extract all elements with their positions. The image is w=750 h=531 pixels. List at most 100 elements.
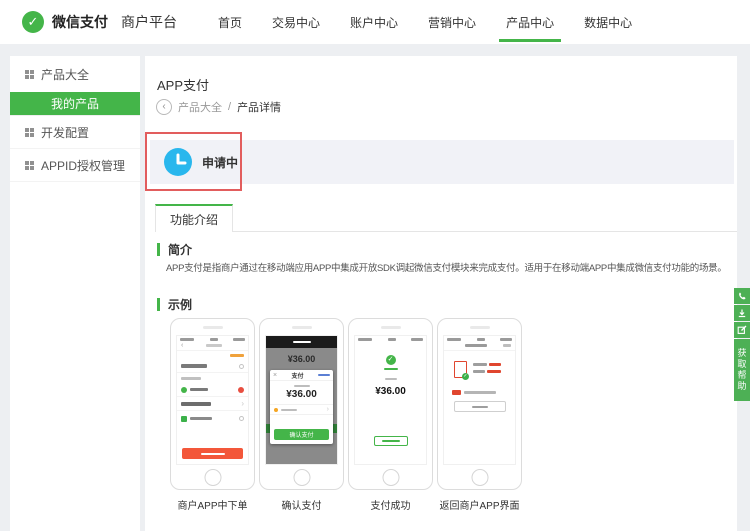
chevron-right-icon: › xyxy=(327,406,329,413)
feedback-button[interactable] xyxy=(734,322,750,338)
nav-item-marketing[interactable]: 营销中心 xyxy=(413,0,491,44)
status-bar-placeholder xyxy=(177,336,248,341)
text-placeholder xyxy=(388,338,396,341)
section-heading-intro: 简介 xyxy=(157,241,192,258)
pay-method-row: › xyxy=(270,404,333,415)
nav-item-home[interactable]: 首页 xyxy=(203,0,257,44)
text-placeholder xyxy=(190,388,208,391)
top-header: ✓ 微信支付 商户平台 首页 交易中心 账户中心 营销中心 产品中心 数据中心 xyxy=(0,0,750,44)
nav-item-account[interactable]: 账户中心 xyxy=(335,0,413,44)
other-pay-row: › xyxy=(177,397,248,411)
sheet-amount: ¥36.00 xyxy=(270,389,333,400)
success-amount: ¥36.00 xyxy=(355,386,426,397)
nav-item-products-label: 产品中心 xyxy=(506,14,554,31)
sidebar: 产品大全 我的产品 开发配置 APPID授权管理 xyxy=(10,56,140,531)
text-placeholder xyxy=(473,370,485,373)
download-button[interactable] xyxy=(734,305,750,321)
sidebar-item-product-catalog[interactable]: 产品大全 xyxy=(10,56,140,92)
text-placeholder xyxy=(181,377,201,380)
text-placeholder xyxy=(180,338,194,341)
phone-speaker xyxy=(292,326,312,329)
section-heading-label: 示例 xyxy=(168,296,192,313)
text-placeholder xyxy=(447,338,461,341)
sidebar-item-appid-auth[interactable]: APPID授权管理 xyxy=(10,149,140,182)
card-icon xyxy=(274,408,278,412)
page-title: APP支付 xyxy=(157,75,209,94)
caption-success: 支付成功 xyxy=(348,497,433,512)
text-placeholder xyxy=(473,363,487,366)
intro-paragraph: APP支付是指商户通过在移动端应用APP中集成开放SDK调起微信支付模块来完成支… xyxy=(166,260,732,274)
text-placeholder xyxy=(385,378,397,380)
phone-speaker xyxy=(470,326,490,329)
text-placeholder xyxy=(281,409,297,411)
sidebar-item-my-products[interactable]: 我的产品 xyxy=(10,92,140,116)
phone-home-button xyxy=(293,469,310,486)
wechat-pay-row xyxy=(177,383,248,397)
payment-sheet-title: 支付 xyxy=(277,371,318,380)
phone-screen-return: ✓ xyxy=(443,335,516,465)
nav-item-products[interactable]: 产品中心 xyxy=(491,0,569,44)
get-help-button[interactable]: 获取帮助 xyxy=(734,339,750,401)
nav-item-transactions[interactable]: 交易中心 xyxy=(257,0,335,44)
support-phone-button[interactable] xyxy=(734,288,750,304)
title-placeholder xyxy=(465,344,487,347)
amount-placeholder xyxy=(487,370,501,373)
caption-return: 返回商户APP界面 xyxy=(437,497,522,512)
phone-speaker xyxy=(203,326,223,329)
notice-badge xyxy=(452,390,461,395)
text-placeholder xyxy=(294,385,310,387)
caption-confirm: 确认支付 xyxy=(259,497,344,512)
success-check-icon: ✓ xyxy=(386,355,396,365)
text-placeholder xyxy=(464,391,496,394)
view-order-button xyxy=(454,401,506,412)
tab-bar: 功能介绍 xyxy=(155,204,737,232)
grid-icon xyxy=(25,70,34,79)
promo-placeholder xyxy=(230,354,244,357)
back-arrow-glyph: ‹ xyxy=(181,342,183,349)
nav-item-data[interactable]: 数据中心 xyxy=(569,0,647,44)
clock-icon xyxy=(164,148,192,176)
example-captions: 商户APP中下单 确认支付 支付成功 返回商户APP界面 xyxy=(170,497,522,512)
background-amount: ¥36.00 xyxy=(266,354,337,364)
sidebar-item-dev-config[interactable]: 开发配置 xyxy=(10,116,140,149)
group-label-row xyxy=(177,373,248,383)
text-placeholder xyxy=(358,338,372,341)
text-placeholder xyxy=(477,338,485,341)
tab-feature-intro[interactable]: 功能介绍 xyxy=(155,204,233,232)
platform-title: 商户平台 xyxy=(121,12,177,32)
order-pay-button xyxy=(182,448,243,459)
success-label-placeholder xyxy=(384,368,398,370)
title-placeholder xyxy=(206,344,222,347)
section-marker xyxy=(157,243,160,256)
radio-icon xyxy=(239,416,244,421)
phone-home-button xyxy=(382,469,399,486)
phone-step-return: ✓ xyxy=(437,318,522,490)
text-placeholder xyxy=(181,402,211,406)
order-result-row: ✓ xyxy=(444,361,515,378)
merchant-platform-page: ✓ 微信支付 商户平台 首页 交易中心 账户中心 营销中心 产品中心 数据中心 … xyxy=(0,0,750,531)
support-phone-icon xyxy=(737,291,747,301)
section-heading-examples: 示例 xyxy=(157,296,192,313)
notice-row xyxy=(444,390,515,395)
status-label: 申请中 xyxy=(202,154,238,171)
button-label-placeholder xyxy=(472,406,488,408)
bank-icon xyxy=(181,416,187,422)
promo-row xyxy=(177,351,248,360)
check-badge-icon: ✓ xyxy=(462,373,469,380)
breadcrumb-parent[interactable]: 产品大全 xyxy=(178,99,222,115)
product-row xyxy=(270,385,333,387)
done-button xyxy=(374,436,408,446)
application-status-bar: 申请中 xyxy=(150,140,734,184)
back-icon[interactable]: ‹ xyxy=(156,99,172,115)
phone-speaker xyxy=(381,326,401,329)
status-bar-placeholder xyxy=(444,336,515,341)
receipt-icon: ✓ xyxy=(454,361,467,378)
active-nav-underline xyxy=(499,39,561,42)
text-placeholder xyxy=(210,338,218,341)
logo-check-glyph: ✓ xyxy=(28,14,39,30)
success-label-row xyxy=(355,368,426,370)
text-placeholder xyxy=(233,338,245,341)
app-nav-placeholder xyxy=(444,341,515,351)
link-placeholder xyxy=(318,374,330,376)
grid-icon xyxy=(25,128,34,137)
